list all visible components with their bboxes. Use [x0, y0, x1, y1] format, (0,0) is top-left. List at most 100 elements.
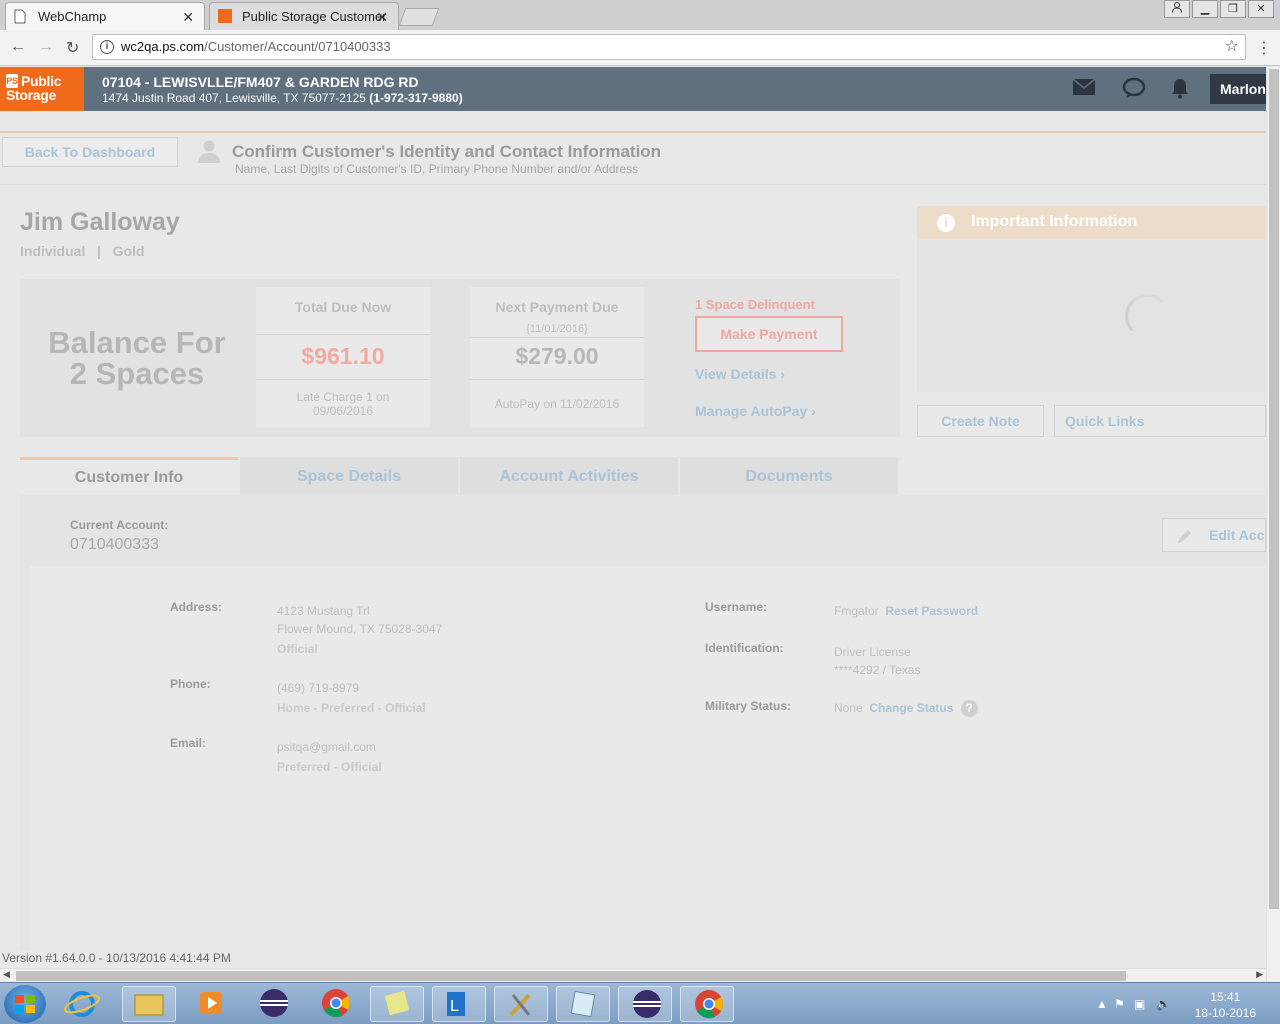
version-text: Version #1.64.0.0 - 10/13/2016 4:41:44 P… [2, 951, 231, 965]
store-address-text: 1474 Justin Road 407, Lewisville, TX 750… [102, 91, 366, 105]
page-content: Back To Dashboard Confirm Customer's Ide… [0, 111, 1266, 951]
autopay-note: AutoPay on 11/02/2016 [494, 397, 620, 411]
url-path: /Customer/Account/0710400333 [204, 39, 391, 54]
change-status-link[interactable]: Change Status [869, 701, 953, 715]
file-explorer-icon[interactable] [122, 986, 176, 1022]
customer-meta: Individual | Gold [20, 243, 145, 259]
balance-label: Balance For 2 Spaces [42, 327, 232, 389]
pencil-icon [1175, 525, 1195, 545]
customer-name: Jim Galloway [20, 208, 180, 236]
sticky-notes-icon[interactable] [370, 986, 424, 1022]
chat-icon[interactable] [1122, 77, 1146, 105]
view-details-label: View Details [695, 366, 777, 382]
tab-customer-info[interactable]: Customer Info [20, 457, 238, 495]
vertical-scroll-thumb[interactable] [1269, 69, 1279, 909]
site-info-icon[interactable]: i [100, 40, 114, 54]
user-menu-button[interactable]: Marlon [1210, 74, 1266, 104]
help-icon[interactable]: ? [960, 700, 978, 718]
late-charge-note-line1: Late Charge 1 on [296, 390, 390, 404]
reload-icon[interactable]: ↻ [66, 38, 79, 58]
confirm-identity-subtitle: Name, Last Digits of Customer's ID, Prim… [235, 162, 639, 176]
tab-account-activities[interactable]: Account Activities [460, 457, 678, 495]
bookmark-star-icon[interactable]: ☆ [1225, 35, 1239, 59]
profile-icon[interactable] [1164, 0, 1190, 18]
delinquent-status: 1 Space Delinquent [695, 297, 815, 312]
header-accent-line [0, 131, 1266, 133]
create-note-button[interactable]: Create Note [917, 405, 1044, 437]
email-value: psitqa@gmail.com [277, 740, 376, 754]
balance-label-line2: 2 Spaces [69, 356, 205, 391]
edit-account-button[interactable]: Edit Account [1162, 518, 1266, 552]
military-status-text: None [834, 701, 863, 715]
quick-links-dropdown[interactable]: Quick Links [1054, 405, 1266, 437]
store-address: 1474 Justin Road 407, Lewisville, TX 750… [102, 91, 463, 105]
restore-icon[interactable]: ❐ [1220, 0, 1246, 18]
new-tab-button[interactable] [398, 8, 440, 26]
balance-panel: Balance For 2 Spaces Total Due Now $961.… [20, 279, 900, 437]
chevron-right-icon: › [811, 403, 816, 419]
person-icon [198, 139, 220, 163]
notepad-icon[interactable] [556, 986, 610, 1022]
mail-icon[interactable] [1072, 77, 1096, 103]
view-details-link[interactable]: View Details › [695, 366, 785, 382]
internet-explorer-icon[interactable] [62, 986, 116, 1022]
address-bar: ← → ↻ i wc2qa.ps.com/Customer/Account/07… [0, 30, 1280, 66]
clock-date: 18-10-2016 [1194, 1006, 1256, 1020]
edit-account-label: Edit Account [1209, 527, 1265, 543]
start-button[interactable] [4, 985, 46, 1023]
bell-icon[interactable] [1169, 77, 1191, 105]
phone-value: (469) 719-8979 [277, 681, 360, 695]
customer-meta-separator: | [97, 243, 101, 259]
eclipse-icon[interactable] [246, 986, 300, 1022]
close-tab-icon[interactable]: ✕ [376, 9, 388, 26]
vertical-scrollbar[interactable] [1266, 67, 1280, 982]
media-player-icon[interactable] [184, 986, 238, 1022]
total-due-title: Total Due Now [294, 299, 392, 315]
chrome-icon[interactable] [308, 986, 362, 1022]
tab-space-details[interactable]: Space Details [240, 457, 458, 495]
volume-icon[interactable]: 🔈 [1156, 997, 1171, 1011]
section-divider [0, 184, 1266, 185]
tab-documents[interactable]: Documents [680, 457, 898, 495]
total-due-card: Total Due Now $961.10 Late Charge 1 on 0… [256, 287, 430, 427]
customer-detail-card: Address: 4123 Mustang Trl Flower Mound, … [30, 566, 1266, 951]
network-icon[interactable]: ▣ [1134, 997, 1145, 1011]
chrome-icon[interactable] [680, 986, 734, 1022]
svg-text:L: L [450, 998, 459, 1015]
important-information-header: i Important Information [917, 206, 1266, 239]
scroll-right-icon[interactable]: ▶ [1256, 969, 1263, 980]
eclipse-icon[interactable] [618, 986, 672, 1022]
customer-type: Individual [20, 243, 86, 259]
address-label: Address: [170, 600, 223, 614]
public-storage-logo[interactable]: PS Public Storage [0, 67, 84, 111]
back-to-dashboard-button[interactable]: Back To Dashboard [2, 137, 178, 167]
make-payment-button[interactable]: Make Payment [695, 316, 843, 352]
browser-tab-webchamp[interactable]: WebChamp ✕ [5, 2, 205, 30]
browser-menu-icon[interactable]: ⋮ [1256, 38, 1272, 58]
minimize-icon[interactable]: ▁ [1192, 0, 1218, 18]
manage-autopay-link[interactable]: Manage AutoPay › [695, 403, 816, 419]
horizontal-scrollbar[interactable]: ◀ ▶ [0, 968, 1266, 982]
username-value: Fmgator Reset Password [834, 602, 978, 620]
important-information-title: Important Information [971, 213, 1138, 230]
url-input[interactable]: i wc2qa.ps.com/Customer/Account/07104003… [92, 34, 1246, 60]
card-rule [256, 379, 430, 380]
back-arrow-icon[interactable]: ← [10, 38, 26, 56]
forward-arrow-icon[interactable]: → [38, 38, 54, 56]
browser-tab-public-storage[interactable]: Public Storage Customer ✕ [209, 2, 399, 30]
customer-tier: Gold [112, 243, 145, 259]
horizontal-scroll-thumb[interactable] [16, 971, 1126, 981]
logo-line2: Storage [6, 87, 57, 103]
browser-tab-bar: WebChamp ✕ Public Storage Customer ✕ ▁ ❐… [0, 0, 1280, 30]
scroll-left-icon[interactable]: ◀ [3, 969, 10, 980]
tools-icon[interactable] [494, 986, 548, 1022]
username-text: Fmgator [834, 604, 879, 618]
lync-icon[interactable]: L [432, 986, 486, 1022]
close-window-icon[interactable]: ✕ [1248, 0, 1274, 18]
taskbar-clock[interactable]: 15:41 18-10-2016 [1195, 989, 1256, 1021]
action-center-flag-icon[interactable]: ⚑ [1114, 997, 1125, 1011]
reset-password-link[interactable]: Reset Password [885, 604, 978, 618]
show-hidden-icons-icon[interactable]: ▲ [1096, 997, 1108, 1011]
close-tab-icon[interactable]: ✕ [182, 9, 194, 26]
url-host: wc2qa.ps.com [121, 39, 205, 54]
